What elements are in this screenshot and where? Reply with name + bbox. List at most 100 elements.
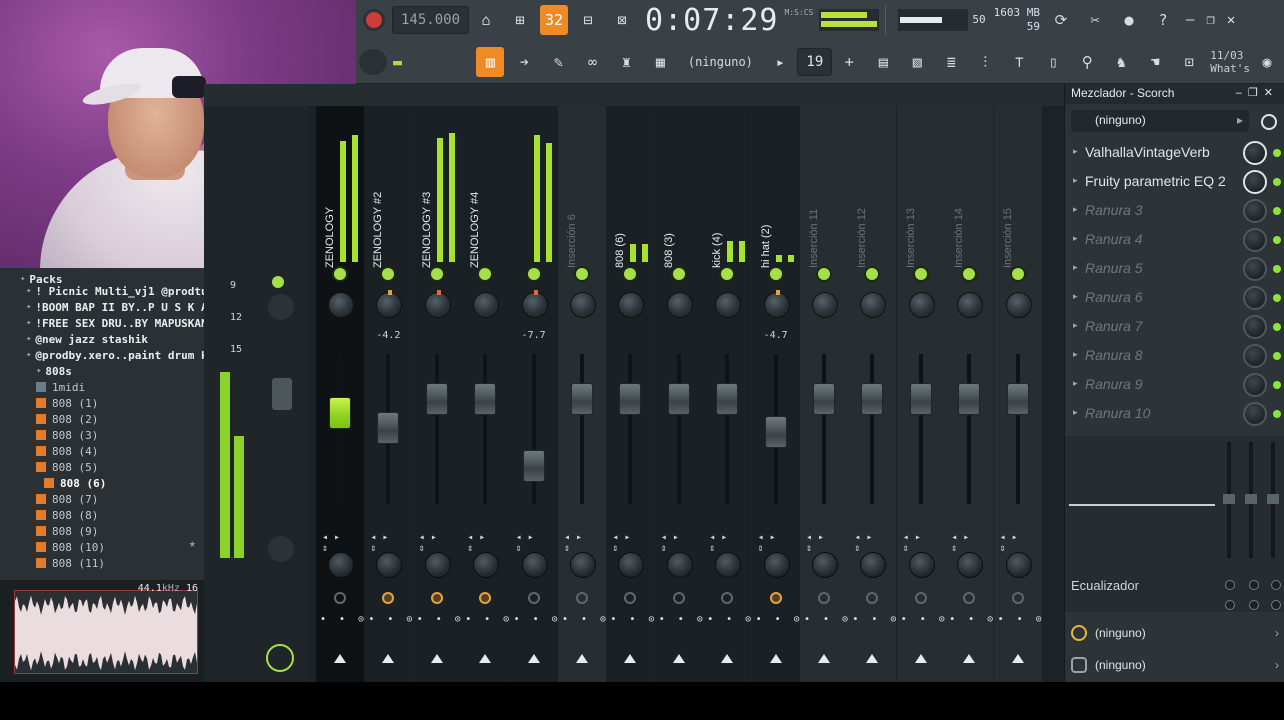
record-arm-icon[interactable]: • (920, 614, 926, 625)
master-pan-knob[interactable] (268, 294, 294, 320)
track-route-icon[interactable] (866, 592, 879, 604)
track-stereo-knob[interactable] (812, 552, 838, 578)
tempo-display[interactable]: 145.000 (392, 6, 470, 34)
phase-icon[interactable]: • (949, 614, 955, 625)
record-arm-icon[interactable]: • (533, 614, 539, 625)
mixer-track[interactable]: ZENOLOGY #4 ◂▸ ⇕ • • ⊙ (461, 106, 510, 682)
track-enable-led[interactable] (963, 268, 976, 280)
clock-icon[interactable]: ⊙ (648, 614, 654, 625)
clock-icon[interactable]: ⊙ (503, 614, 509, 625)
input-selector[interactable]: (ninguno) › (1071, 624, 1279, 646)
effect-enable-led[interactable] (1273, 265, 1281, 273)
shop-icon[interactable]: ⊡ (1175, 47, 1203, 77)
record-arm-icon[interactable]: • (339, 614, 345, 625)
swap-channels-icon[interactable]: ◂▸ ⇕ (661, 532, 703, 554)
effect-slot[interactable]: ▸ Ranura 9 (1071, 372, 1281, 398)
mixer-track[interactable]: Inserción 14 ◂▸ ⇕ • • ⊙ (945, 106, 994, 682)
effect-slot[interactable]: ▸ Ranura 8 (1071, 343, 1281, 369)
eq-curve[interactable] (1069, 504, 1215, 506)
mixer-track[interactable]: Inserción 11 ◂▸ ⇕ • • ⊙ (800, 106, 848, 682)
mixer-track[interactable]: -7.7 ◂▸ ⇕ • • ⊙ (509, 106, 558, 682)
clock-icon[interactable]: ⊙ (406, 614, 412, 625)
track-pan-knob[interactable] (666, 292, 693, 318)
swap-channels-icon[interactable]: ◂▸ ⇕ (467, 532, 509, 554)
eq-mid-freq-knob[interactable] (1249, 600, 1259, 610)
track-pan-knob[interactable] (908, 292, 935, 318)
clock-icon[interactable]: ⊙ (745, 614, 751, 625)
track-route-icon[interactable] (576, 592, 588, 604)
track-pan-knob[interactable] (1005, 292, 1032, 318)
record-arm-icon[interactable]: • (871, 614, 877, 625)
eq-band-fader-high[interactable] (1267, 442, 1279, 558)
clock-icon[interactable]: ⊙ (1036, 614, 1042, 625)
link-icon[interactable]: ∞ (578, 47, 606, 77)
wait-input-icon[interactable]: ⊞ (506, 5, 534, 35)
phase-icon[interactable]: • (756, 614, 762, 625)
master-volume-meter[interactable] (898, 9, 969, 31)
file-icon[interactable]: ▯ (1039, 47, 1067, 77)
track-pan-knob[interactable] (763, 290, 790, 318)
track-pan-knob[interactable] (618, 292, 645, 318)
track-route-icon[interactable] (1011, 592, 1024, 604)
mixer-track[interactable]: ZENOLOGY ◂▸ ⇕ • • ⊙ (316, 106, 364, 682)
effect-slot[interactable]: ▸ Fruity parametric EQ 2 (1071, 169, 1281, 195)
track-enable-led[interactable] (866, 268, 879, 280)
close-window-icon[interactable]: ✕ (1227, 12, 1235, 28)
mixer-icon[interactable]: ⫶ (971, 47, 999, 77)
track-stereo-knob[interactable] (715, 552, 742, 578)
track-volume-fader[interactable] (1006, 383, 1029, 415)
track-volume-fader[interactable] (619, 383, 642, 415)
track-enable-led[interactable] (721, 268, 734, 280)
track-volume-fader[interactable] (571, 383, 593, 415)
track-route-icon[interactable] (769, 592, 782, 604)
effect-enable-led[interactable] (1273, 178, 1281, 186)
mixer-track[interactable]: Inserción 12 ◂▸ ⇕ • • ⊙ (848, 106, 897, 682)
track-stereo-knob[interactable] (424, 552, 451, 578)
playlist-icon[interactable]: ▤ (869, 47, 897, 77)
effect-enable-led[interactable] (1273, 207, 1281, 215)
eq-band-fader-low[interactable] (1223, 442, 1235, 558)
track-route-icon[interactable] (527, 592, 540, 604)
effect-mix-knob[interactable] (1243, 373, 1267, 397)
main-volume-slider[interactable]: ▬ (393, 47, 470, 77)
effect-slot[interactable]: ▸ Ranura 3 (1071, 198, 1281, 224)
phase-icon[interactable]: • (852, 614, 858, 625)
master-route-icon[interactable] (266, 644, 294, 672)
track-volume-fader[interactable] (377, 412, 400, 444)
effect-enable-led[interactable] (1273, 294, 1281, 302)
mixer-track[interactable]: Inserción 6 ◂▸ ⇕ • • ⊙ (558, 106, 606, 682)
preset-selector[interactable]: (ninguno) ▸ (1071, 110, 1249, 132)
track-route-icon[interactable] (672, 592, 685, 604)
track-stereo-knob[interactable] (860, 552, 887, 578)
record-arm-icon[interactable]: • (823, 614, 829, 625)
play-forward-icon[interactable]: ➔ (510, 47, 538, 77)
send-arrow-icon[interactable] (672, 654, 685, 663)
effect-mix-knob[interactable] (1243, 228, 1267, 252)
account-icon[interactable]: ◉ (1253, 47, 1281, 77)
piano-roll-icon[interactable]: ▧ (903, 47, 931, 77)
song-time-display[interactable]: 0:07:29 (645, 3, 778, 38)
track-enable-led[interactable] (672, 268, 685, 280)
phase-icon[interactable]: • (901, 614, 907, 625)
track-pan-knob[interactable] (521, 290, 548, 318)
send-arrow-icon[interactable] (382, 654, 395, 663)
pattern-number[interactable]: 19 (797, 48, 833, 76)
track-stereo-knob[interactable] (376, 552, 403, 578)
eq-high-knob[interactable] (1271, 580, 1281, 590)
send-arrow-icon[interactable] (963, 654, 976, 663)
track-enable-led[interactable] (479, 268, 492, 280)
record-arm-icon[interactable]: • (629, 614, 635, 625)
swap-channels-icon[interactable]: ◂▸ ⇕ (612, 532, 654, 554)
send-arrow-icon[interactable] (430, 654, 443, 663)
phase-icon[interactable]: • (465, 614, 471, 625)
track-enable-led[interactable] (382, 268, 395, 280)
clock-icon[interactable] (1261, 114, 1277, 130)
track-route-icon[interactable] (334, 592, 346, 604)
restore-window-icon[interactable]: ❐ (1206, 12, 1214, 28)
clock-icon[interactable]: ⊙ (842, 614, 848, 625)
phase-icon[interactable]: • (707, 614, 713, 625)
swap-channels-icon[interactable]: ◂▸ ⇕ (854, 532, 896, 554)
brush-icon[interactable]: ✎ (544, 47, 572, 77)
track-enable-led[interactable] (527, 268, 540, 280)
swap-channels-icon[interactable]: ◂▸ ⇕ (1000, 532, 1042, 554)
